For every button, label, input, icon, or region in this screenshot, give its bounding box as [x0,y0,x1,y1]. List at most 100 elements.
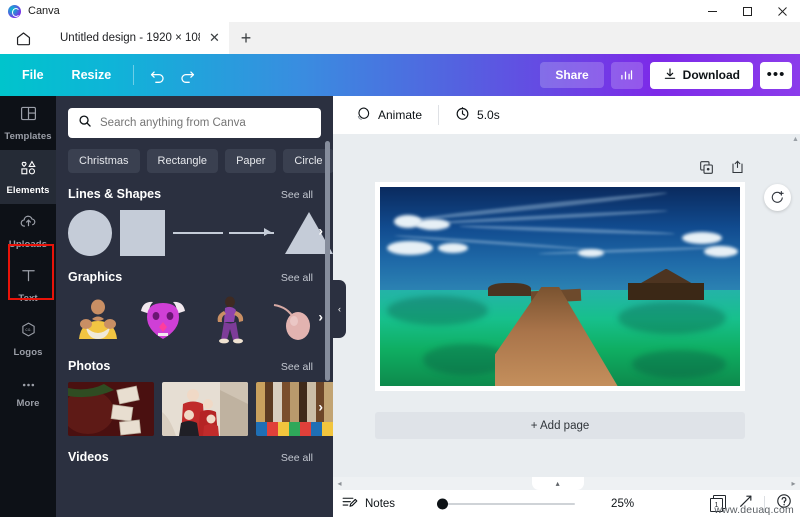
square-shape-thumb[interactable] [120,210,165,256]
timeline-toggle-icon[interactable]: ▴ [531,477,584,490]
page-number: 1 [710,498,723,512]
animate-icon [355,106,371,125]
sidebar-item-elements[interactable]: Elements [0,150,56,204]
photos-row: › [56,373,333,436]
canvas-area[interactable]: ▲ + Add page [333,134,800,477]
svg-text:co.: co. [25,327,31,332]
panel-scrollbar[interactable] [325,141,330,381]
notes-icon [341,494,358,514]
tropical-pier-overwater-bungalow-photo[interactable] [380,187,740,386]
family-photo-thumb[interactable] [162,382,248,436]
panel-collapse-chevron-left-icon[interactable]: ‹ [333,280,346,338]
home-icon[interactable] [0,22,46,54]
editor-header: Animate 5.0s [333,96,800,134]
new-tab-button[interactable]: + [229,22,263,54]
sidebar-label-text: Text [18,293,38,304]
person-graphic-thumb[interactable] [68,293,126,345]
zoom-slider-track[interactable] [437,502,576,505]
search-box[interactable] [68,108,321,138]
duration-label: 5.0s [477,108,500,122]
search-wrapper [56,96,333,138]
sidebar-label-more: More [16,398,40,409]
sidebar-item-text[interactable]: Text [0,258,56,312]
download-button[interactable]: Download [649,61,753,89]
add-page-icon[interactable] [730,160,745,180]
scroll-left-icon[interactable]: ◂ [333,479,346,488]
elements-icon [19,158,38,182]
section-title: Photos [68,359,111,373]
graphics-next-chevron-right-icon[interactable]: › [318,308,323,324]
photos-next-chevron-right-icon[interactable]: › [318,398,323,414]
line-arrow-shape-thumb[interactable] [172,210,277,256]
window-title: Canva [28,5,60,17]
add-page-button[interactable]: + Add page [375,412,745,439]
undo-icon[interactable] [142,62,172,88]
lines-shapes-row: › [56,201,333,256]
gift-photo-thumb[interactable] [68,382,154,436]
search-input[interactable] [100,117,311,129]
zoom-slider[interactable] [437,498,576,509]
tab-close-icon[interactable]: ✕ [206,30,223,47]
zoom-slider-knob[interactable] [437,498,449,509]
zoom-percentage: 25% [611,497,635,510]
sidebar-label-logos: Logos [13,347,43,358]
animate-button[interactable]: Animate [345,102,432,129]
canvas-vertical-scroll-up-icon[interactable]: ▲ [792,136,799,143]
file-menu-button[interactable]: File [8,63,58,87]
canva-window: Canva Untitled design - 1920 × 108( ✕ + [0,0,800,517]
status-bar-right-group: 1 [710,493,792,514]
more-dots-icon [19,377,38,395]
expand-icon[interactable] [738,494,753,514]
canvas-horizontal-scrollbar[interactable]: ◂ ▴ ▸ [333,477,800,490]
maximize-button[interactable] [730,0,765,22]
bull-skull-graphic-thumb[interactable] [134,293,192,345]
page-count-icon[interactable]: 1 [710,495,727,512]
minimize-button[interactable] [695,0,730,22]
see-all-graphics[interactable]: See all [281,272,313,284]
page-tools [699,160,745,180]
search-icon [78,114,92,133]
sidebar-item-uploads[interactable]: Uploads [0,204,56,258]
suggestion-chips: Christmas Rectangle Paper Circle › [56,138,333,173]
sidebar-item-templates[interactable]: Templates [0,96,56,150]
section-title: Lines & Shapes [68,187,162,201]
resize-button[interactable]: Resize [58,63,126,87]
logos-icon: co. [19,320,38,344]
uploads-icon [19,212,38,236]
scroll-right-icon[interactable]: ▸ [787,479,800,488]
chip-rectangle[interactable]: Rectangle [146,149,219,173]
text-icon [19,266,38,290]
see-all-videos[interactable]: See all [281,452,313,464]
duplicate-page-icon[interactable] [699,160,714,180]
chip-paper[interactable]: Paper [225,149,277,173]
dancer-graphic-thumb[interactable] [200,293,258,345]
sidebar-label-uploads: Uploads [8,239,48,250]
design-page[interactable] [375,182,745,391]
sidebar-label-elements: Elements [6,185,50,196]
editor-header-divider [438,105,440,125]
share-button[interactable]: Share [540,62,604,88]
toolbar-right-group: Share Download ••• [540,61,792,89]
redo-icon[interactable] [172,62,202,88]
more-options-button[interactable]: ••• [760,61,792,89]
browser-tab[interactable]: Untitled design - 1920 × 108( ✕ [46,22,229,54]
bar-chart-icon[interactable] [610,61,643,89]
close-button[interactable] [765,0,800,22]
chip-christmas[interactable]: Christmas [68,149,140,173]
clock-icon [455,106,470,124]
section-title: Videos [68,450,109,464]
sidebar-item-more[interactable]: More [0,366,56,420]
see-all-photos[interactable]: See all [281,361,313,373]
notes-button[interactable]: Notes [341,494,395,514]
sidebar-item-logos[interactable]: co. Logos [0,312,56,366]
see-all-lines-shapes[interactable]: See all [281,189,313,201]
circle-shape-thumb[interactable] [68,210,113,256]
toolbar-divider [133,65,135,85]
lines-shapes-next-chevron-right-icon[interactable]: › [318,222,323,238]
comment-add-icon[interactable] [764,184,791,211]
help-icon[interactable] [776,493,792,514]
duration-button[interactable]: 5.0s [445,102,510,128]
balloon-graphic-thumb[interactable] [266,293,324,345]
scroll-track[interactable]: ▴ [346,477,787,490]
download-icon [663,67,677,84]
